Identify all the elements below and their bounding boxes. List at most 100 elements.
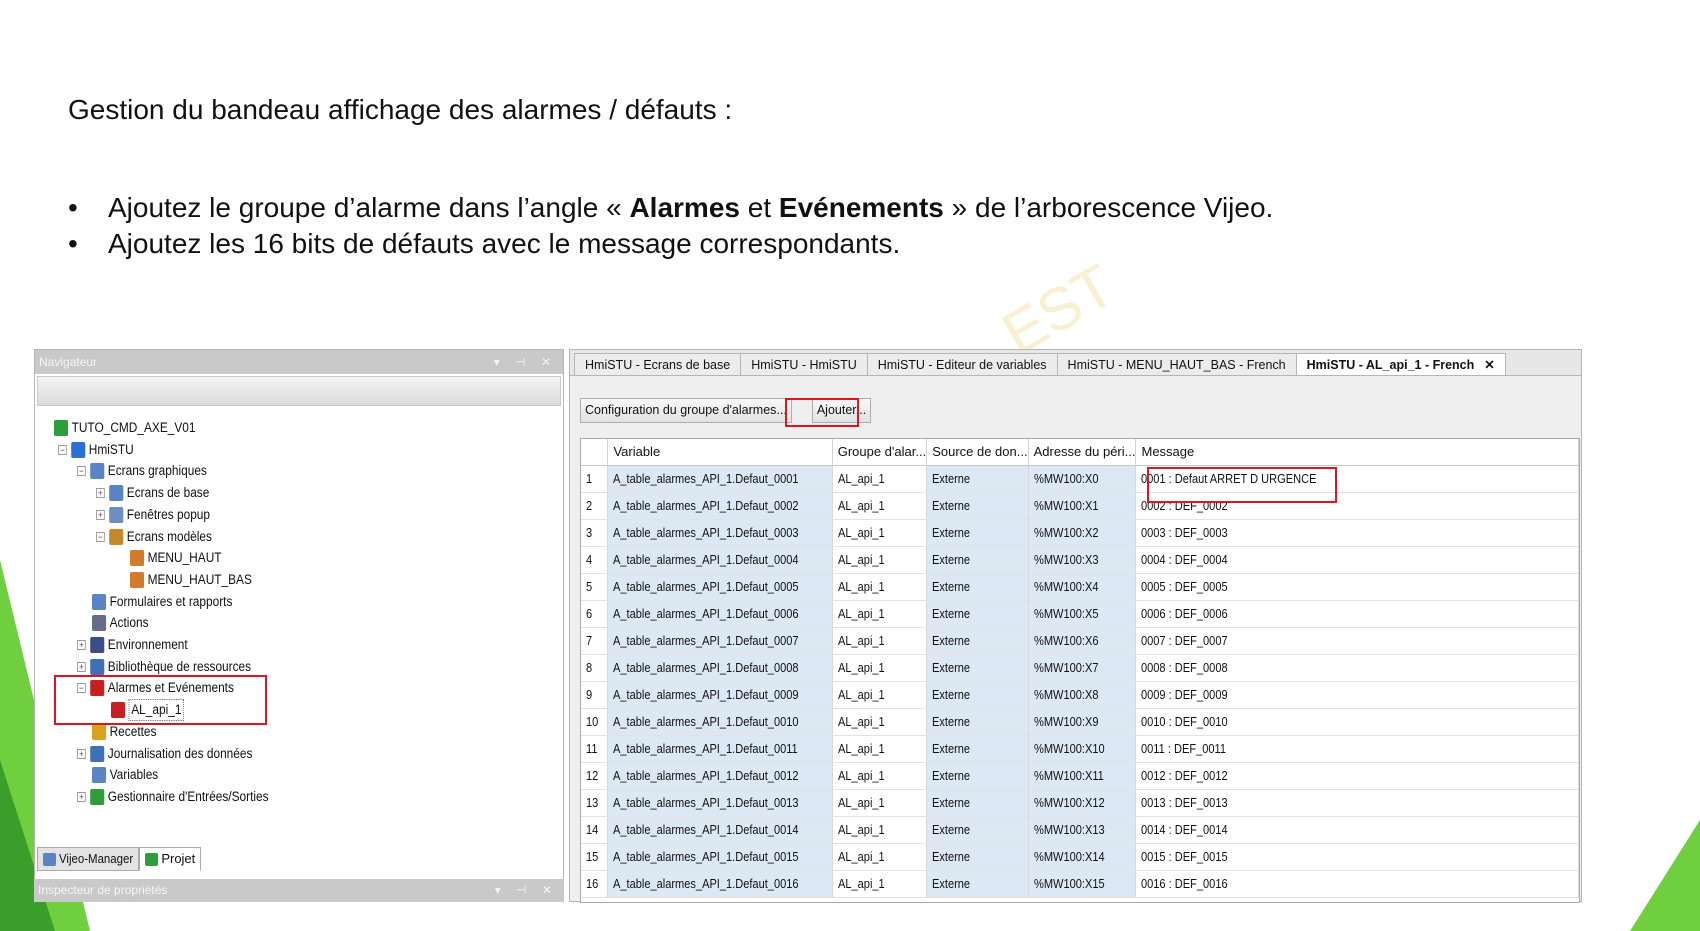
table-row[interactable]: 5 A_table_alarmes_API_1.Defaut_0005 AL_api… <box>581 573 1579 601</box>
source-cell[interactable]: Externe <box>926 816 1029 844</box>
row-index[interactable]: 7 <box>581 627 609 655</box>
tab-menu-haut-bas[interactable]: HmiSTU - MENU_HAUT_BAS - French <box>1056 353 1297 375</box>
row-index[interactable]: 12 <box>581 762 609 790</box>
address-cell[interactable]: %MW100:X2 <box>1028 519 1137 547</box>
message-cell[interactable]: 0004 : DEF_0004 <box>1135 546 1579 574</box>
address-cell[interactable]: %MW100:X13 <box>1028 816 1137 844</box>
row-index[interactable]: 15 <box>581 843 609 871</box>
address-cell[interactable]: %MW100:X15 <box>1028 870 1137 898</box>
variable-cell[interactable]: A_table_alarmes_API_1.Defaut_0014 <box>607 816 833 844</box>
variable-cell[interactable]: A_table_alarmes_API_1.Defaut_0004 <box>607 546 833 574</box>
collapse-icon[interactable]: − <box>96 531 105 542</box>
source-cell[interactable]: Externe <box>926 465 1029 493</box>
group-cell[interactable]: AL_api_1 <box>832 519 928 547</box>
address-cell[interactable]: %MW100:X6 <box>1028 627 1137 655</box>
message-cell[interactable]: 0009 : DEF_0009 <box>1135 681 1579 709</box>
expand-icon[interactable]: + <box>77 661 86 672</box>
source-cell[interactable]: Externe <box>926 681 1029 709</box>
pane-controls[interactable]: ▾ ⊣ ✕ <box>495 879 558 902</box>
variable-cell[interactable]: A_table_alarmes_API_1.Defaut_0001 <box>607 465 833 493</box>
address-cell[interactable]: %MW100:X3 <box>1028 546 1137 574</box>
tab-ecrans-de-base[interactable]: HmiSTU - Ecrans de base <box>574 353 742 375</box>
variable-cell[interactable]: A_table_alarmes_API_1.Defaut_0015 <box>607 843 833 871</box>
variable-cell[interactable]: A_table_alarmes_API_1.Defaut_0008 <box>607 654 833 682</box>
tree-item[interactable]: MENU_HAUT_BAS <box>130 570 252 590</box>
address-cell[interactable]: %MW100:X0 <box>1028 465 1137 493</box>
variable-cell[interactable]: A_table_alarmes_API_1.Defaut_0006 <box>607 600 833 628</box>
tree-item[interactable]: Formulaires et rapports <box>92 592 232 612</box>
table-row[interactable]: 16 A_table_alarmes_API_1.Defaut_0016 AL_ap… <box>581 870 1579 898</box>
variable-cell[interactable]: A_table_alarmes_API_1.Defaut_0009 <box>607 681 833 709</box>
table-row[interactable]: 1 A_table_alarmes_API_1.Defaut_0001 AL_api… <box>581 465 1579 493</box>
address-cell[interactable]: %MW100:X1 <box>1028 492 1137 520</box>
message-cell[interactable]: 0012 : DEF_0012 <box>1135 762 1579 790</box>
row-index[interactable]: 1 <box>581 465 609 493</box>
table-row[interactable]: 13 A_table_alarmes_API_1.Defaut_0013 AL_ap… <box>581 789 1579 817</box>
address-cell[interactable]: %MW100:X11 <box>1028 762 1137 790</box>
row-index[interactable]: 3 <box>581 519 609 547</box>
expand-icon[interactable]: + <box>96 509 105 520</box>
pane-controls[interactable]: ▾ ⊣ ✕ <box>494 350 557 374</box>
address-cell[interactable]: %MW100:X5 <box>1028 600 1137 628</box>
variable-cell[interactable]: A_table_alarmes_API_1.Defaut_0013 <box>607 789 833 817</box>
column-header-variable[interactable]: Variable <box>607 439 833 466</box>
message-cell[interactable]: 0010 : DEF_0010 <box>1135 708 1579 736</box>
source-cell[interactable]: Externe <box>926 870 1029 898</box>
variable-cell[interactable]: A_table_alarmes_API_1.Defaut_0002 <box>607 492 833 520</box>
group-cell[interactable]: AL_api_1 <box>832 789 928 817</box>
tab-editeur-variables[interactable]: HmiSTU - Editeur de variables <box>866 353 1058 375</box>
group-cell[interactable]: AL_api_1 <box>832 546 928 574</box>
group-cell[interactable]: AL_api_1 <box>832 627 928 655</box>
source-cell[interactable]: Externe <box>926 600 1029 628</box>
address-cell[interactable]: %MW100:X9 <box>1028 708 1137 736</box>
group-cell[interactable]: AL_api_1 <box>832 843 928 871</box>
table-row[interactable]: 6 A_table_alarmes_API_1.Defaut_0006 AL_api… <box>581 600 1579 628</box>
message-cell[interactable]: 0011 : DEF_0011 <box>1135 735 1579 763</box>
tree-item[interactable]: − HmiSTU <box>58 440 134 460</box>
row-index[interactable]: 13 <box>581 789 609 817</box>
source-cell[interactable]: Externe <box>926 708 1029 736</box>
address-cell[interactable]: %MW100:X14 <box>1028 843 1137 871</box>
address-cell[interactable]: %MW100:X10 <box>1028 735 1137 763</box>
tree-item[interactable]: Actions <box>92 613 149 633</box>
variable-cell[interactable]: A_table_alarmes_API_1.Defaut_0005 <box>607 573 833 601</box>
column-header-group[interactable]: Groupe d'alar... <box>832 439 928 466</box>
column-header-address[interactable]: Adresse du péri... <box>1028 439 1137 466</box>
column-header-source[interactable]: Source de don... <box>926 439 1029 466</box>
table-row[interactable]: 11 A_table_alarmes_API_1.Defaut_0011 AL_ap… <box>581 735 1579 763</box>
source-cell[interactable]: Externe <box>926 492 1029 520</box>
collapse-icon[interactable]: − <box>77 466 86 477</box>
row-index[interactable]: 5 <box>581 573 609 601</box>
variable-cell[interactable]: A_table_alarmes_API_1.Defaut_0012 <box>607 762 833 790</box>
variable-cell[interactable]: A_table_alarmes_API_1.Defaut_0016 <box>607 870 833 898</box>
tree-item[interactable]: Variables <box>92 765 158 785</box>
address-cell[interactable]: %MW100:X7 <box>1028 654 1137 682</box>
message-cell[interactable]: 0005 : DEF_0005 <box>1135 573 1579 601</box>
row-index[interactable]: 8 <box>581 654 609 682</box>
address-cell[interactable]: %MW100:X4 <box>1028 573 1137 601</box>
variable-cell[interactable]: A_table_alarmes_API_1.Defaut_0003 <box>607 519 833 547</box>
source-cell[interactable]: Externe <box>926 654 1029 682</box>
tab-al-api-1[interactable]: HmiSTU - AL_api_1 - French ✕ <box>1295 353 1506 375</box>
row-index[interactable]: 11 <box>581 735 609 763</box>
source-cell[interactable]: Externe <box>926 843 1029 871</box>
row-index[interactable]: 4 <box>581 546 609 574</box>
column-header-index[interactable] <box>581 439 609 466</box>
source-cell[interactable]: Externe <box>926 573 1029 601</box>
tab-projet[interactable]: Projet <box>139 847 202 871</box>
message-cell[interactable]: 0016 : DEF_0016 <box>1135 870 1579 898</box>
message-cell[interactable]: 0013 : DEF_0013 <box>1135 789 1579 817</box>
variable-cell[interactable]: A_table_alarmes_API_1.Defaut_0007 <box>607 627 833 655</box>
config-alarm-group-button[interactable]: Configuration du groupe d'alarmes... <box>580 398 792 423</box>
table-row[interactable]: 4 A_table_alarmes_API_1.Defaut_0004 AL_api… <box>581 546 1579 574</box>
tree-item[interactable]: MENU_HAUT <box>130 548 222 568</box>
table-row[interactable]: 15 A_table_alarmes_API_1.Defaut_0015 AL_ap… <box>581 843 1579 871</box>
table-row[interactable]: 12 A_table_alarmes_API_1.Defaut_0012 AL_ap… <box>581 762 1579 790</box>
row-index[interactable]: 10 <box>581 708 609 736</box>
group-cell[interactable]: AL_api_1 <box>832 681 928 709</box>
table-row[interactable]: 10 A_table_alarmes_API_1.Defaut_0010 AL_ap… <box>581 708 1579 736</box>
address-cell[interactable]: %MW100:X8 <box>1028 681 1137 709</box>
tab-hmistu[interactable]: HmiSTU - HmiSTU <box>740 353 868 375</box>
source-cell[interactable]: Externe <box>926 789 1029 817</box>
expand-icon[interactable]: + <box>77 748 86 759</box>
